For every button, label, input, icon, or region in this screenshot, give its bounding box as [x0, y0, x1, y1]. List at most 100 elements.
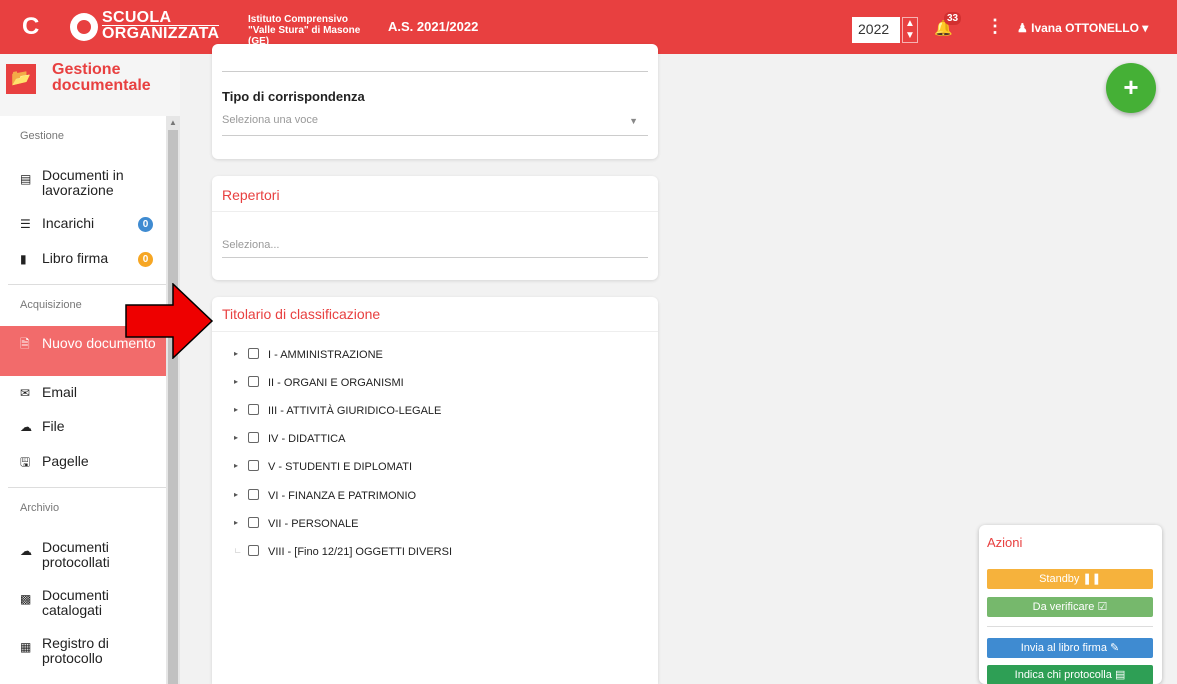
check-square-icon: ☑: [1097, 601, 1108, 613]
module-header[interactable]: 📂 Gestione documentale: [0, 54, 180, 116]
sidebar-item-documenti-catalogati[interactable]: ▩ Documenti catalogati: [0, 588, 166, 618]
tree-node-label: VI - FINANZA E PATRIMONIO: [268, 490, 417, 502]
plus-icon: +: [1123, 72, 1139, 102]
pencil-icon: ✎: [1110, 642, 1120, 654]
red-arrow-annotation: [125, 283, 214, 359]
sidebar-item-documenti-protocollati[interactable]: ☁ Documenti protocollati: [0, 540, 166, 570]
azioni-panel: Azioni Standby ❚❚ Da verificare ☑ Invia …: [979, 525, 1162, 684]
notification-badge: 33: [944, 12, 962, 25]
scroll-up-icon[interactable]: ▲: [169, 118, 177, 127]
user-menu[interactable]: ♟ Ivana OTTONELLO ▾: [1017, 21, 1148, 35]
add-button[interactable]: +: [1106, 63, 1156, 113]
titolario-card: Titolario di classificazione ▸ I - AMMIN…: [212, 297, 658, 684]
tree-node-label: I - AMMINISTRAZIONE: [268, 349, 383, 361]
module-title: Gestione documentale: [52, 61, 151, 94]
sidebar-item-file[interactable]: ☁ File: [0, 418, 166, 435]
sidebar-item-label: Documenti in lavorazione: [42, 167, 124, 198]
chevron-down-icon[interactable]: ▼: [905, 30, 915, 41]
sidebar-item-label: Registro di protocollo: [42, 635, 109, 666]
sidebar-scrollbar[interactable]: ▲: [166, 116, 180, 684]
sidebar-divider: [8, 487, 166, 488]
checkbox[interactable]: [248, 460, 259, 471]
invia-libro-firma-button[interactable]: Invia al libro firma ✎: [987, 638, 1153, 658]
indica-chi-protocolla-button[interactable]: Indica chi protocolla ▤: [987, 665, 1153, 684]
libro-firma-count-badge: 0: [138, 252, 153, 267]
incarichi-count-badge: 0: [138, 217, 153, 232]
sidebar-item-label: Pagelle: [42, 453, 89, 469]
sidebar-item-email[interactable]: ✉ Email: [0, 384, 166, 401]
checkbox[interactable]: [248, 376, 259, 387]
sidebar-item-label: File: [42, 418, 65, 434]
tree-leaf-connector: ∟: [234, 546, 242, 555]
year-spinner[interactable]: ▲ ▼: [902, 17, 918, 43]
section-acquisizione: Acquisizione: [20, 299, 82, 311]
sidebar-item-label: Email: [42, 384, 78, 400]
expand-icon[interactable]: ▸: [234, 433, 238, 442]
button-label: Standby: [1039, 573, 1080, 585]
file-icon: 🗎: [20, 337, 30, 351]
tipo-corrispondenza-card: Tipo di corrispondenza Seleziona una voc…: [212, 44, 658, 159]
expand-icon[interactable]: ▸: [234, 349, 238, 358]
scrollbar-thumb[interactable]: [168, 130, 178, 684]
reload-icon[interactable]: C: [22, 13, 39, 41]
envelope-icon: ✉: [20, 386, 31, 400]
register-icon: ▦: [20, 640, 32, 654]
card-divider: [212, 331, 658, 332]
sidebar-item-documenti-lavorazione[interactable]: ▤ Documenti in lavorazione: [0, 168, 166, 198]
cloud-upload-icon: ☁: [20, 420, 32, 434]
tree-node-label: VII - PERSONALE: [268, 518, 359, 530]
pause-icon: ❚❚: [1082, 573, 1101, 585]
checkbox[interactable]: [248, 432, 259, 443]
caret-down-icon: ▾: [1142, 21, 1149, 35]
button-label: Da verificare: [1032, 601, 1095, 613]
expand-icon[interactable]: ▸: [234, 377, 238, 386]
tree-node-label: IV - DIDATTICA: [268, 433, 346, 445]
expand-icon[interactable]: ▸: [234, 490, 238, 499]
sidebar-item-pagelle[interactable]: 🖫 Pagelle: [0, 453, 166, 470]
school-year: A.S. 2021/2022: [388, 19, 479, 34]
button-label: Indica chi protocolla: [1014, 669, 1112, 681]
azioni-title: Azioni: [987, 535, 1023, 550]
checkbox[interactable]: [248, 348, 259, 359]
year-input[interactable]: 2022: [852, 17, 900, 43]
book-icon: ▮: [20, 252, 27, 266]
checkbox[interactable]: [248, 404, 259, 415]
user-icon: ♟: [1017, 21, 1028, 35]
titolario-title: Titolario di classificazione: [222, 306, 381, 322]
tipo-corrispondenza-label: Tipo di corrispondenza: [222, 89, 365, 104]
card-divider: [212, 211, 658, 212]
expand-icon[interactable]: ▸: [234, 518, 238, 527]
checkbox[interactable]: [248, 545, 259, 556]
tree-node-label: III - ATTIVITÀ GIURIDICO-LEGALE: [268, 405, 442, 417]
checkbox[interactable]: [248, 517, 259, 528]
sidebar-item-label: Incarichi: [42, 215, 95, 231]
select-placeholder: Seleziona una voce: [222, 114, 319, 126]
expand-icon[interactable]: ▸: [234, 461, 238, 470]
save-icon: 🖫: [20, 455, 31, 469]
checkbox[interactable]: [248, 489, 259, 500]
brand-name[interactable]: SCUOLA ORGANIZZATA: [102, 9, 220, 42]
chevron-up-icon[interactable]: ▲: [905, 18, 915, 29]
inbox-icon: ▤: [20, 172, 32, 186]
more-menu-icon[interactable]: ⋮: [986, 16, 1004, 37]
tree-node-label: II - ORGANI E ORGANISMI: [268, 377, 404, 389]
azioni-divider: [987, 626, 1153, 627]
sidebar: 📂 Gestione documentale ▲ Gestione ▤ Docu…: [0, 54, 180, 684]
user-name: Ivana OTTONELLO: [1031, 21, 1139, 35]
expand-icon[interactable]: ▸: [234, 405, 238, 414]
tipo-corrispondenza-select[interactable]: Seleziona una voce ▼: [222, 114, 648, 136]
sidebar-item-libro-firma[interactable]: ▮ Libro firma 0: [0, 251, 166, 267]
field-underline: [222, 71, 648, 72]
sidebar-item-registro-protocollo[interactable]: ▦ Registro di protocollo: [0, 636, 166, 666]
sidebar-item-incarichi[interactable]: ☰ Incarichi 0: [0, 215, 166, 232]
section-archivio: Archivio: [20, 502, 60, 514]
brand-logo-icon: [70, 13, 98, 41]
button-label: Invia al libro firma: [1020, 642, 1107, 654]
sidebar-item-label: Documenti catalogati: [42, 587, 109, 618]
repertori-select[interactable]: Seleziona...: [222, 239, 648, 258]
standby-button[interactable]: Standby ❚❚: [987, 569, 1153, 589]
tree-node-label: V - STUDENTI E DIPLOMATI: [268, 461, 413, 473]
da-verificare-button[interactable]: Da verificare ☑: [987, 597, 1153, 617]
section-gestione: Gestione: [20, 130, 65, 142]
brand-line1: SCUOLA: [102, 9, 172, 26]
